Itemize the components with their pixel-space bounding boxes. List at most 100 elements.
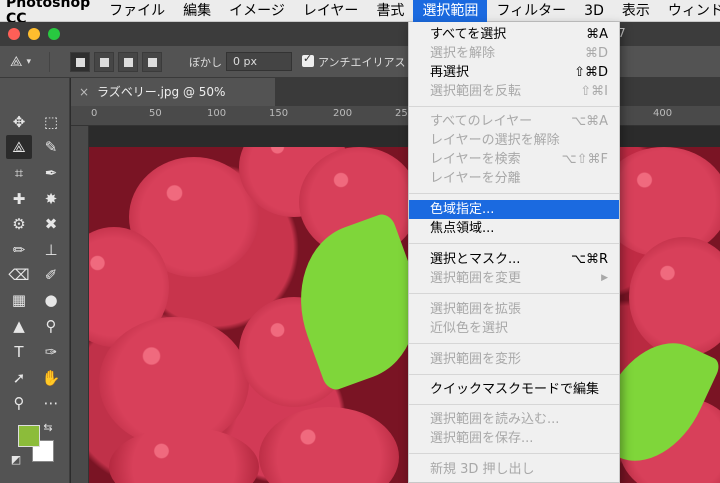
menu-separator <box>409 243 619 244</box>
pen-tool-icon[interactable]: ✑ <box>38 340 64 364</box>
menu-image[interactable]: イメージ <box>220 0 294 22</box>
menu-item-select-all[interactable]: すべてを選択 ⌘A <box>409 25 619 44</box>
menu-item-deselect-layers[interactable]: レイヤーの選択を解除 <box>409 131 619 150</box>
brush-tool-icon[interactable]: ✸ <box>38 187 64 211</box>
menu-item-find-layers[interactable]: レイヤーを検索 ⌥⇧⌘F <box>409 150 619 169</box>
menu-view[interactable]: 表示 <box>613 0 659 22</box>
feather-input[interactable]: 0 px <box>226 52 292 71</box>
tool-preset-picker[interactable]: ⟁ ▾ <box>6 52 50 72</box>
window-close-button[interactable] <box>8 28 20 40</box>
clone-stamp-icon[interactable]: ⚙ <box>6 212 32 236</box>
menu-3d[interactable]: 3D <box>575 0 613 22</box>
menu-item-all-layers[interactable]: すべてのレイヤー ⌥⌘A <box>409 112 619 131</box>
document-tab-bar: × ラズベリー.jpg @ 50% (RGB/8#) <box>71 78 720 127</box>
menu-item-deselect[interactable]: 選択を解除 ⌘D <box>409 44 619 63</box>
default-colors-icon[interactable]: ◩ <box>8 452 24 466</box>
menu-item-select-and-mask[interactable]: 選択とマスク... ⌥⌘R <box>409 250 619 269</box>
menu-item-shortcut: ⇧⌘I <box>580 84 608 99</box>
menu-item-label: 再選択 <box>430 65 470 80</box>
eraser-tool-icon[interactable]: ⌫ <box>6 263 32 287</box>
menu-item-shortcut: ⌥⇧⌘F <box>561 152 608 167</box>
move-tool-icon[interactable]: ✥ <box>6 110 32 134</box>
menu-item-label: レイヤーを分離 <box>430 171 521 186</box>
menu-item-label: 近似色を選択 <box>430 321 509 336</box>
type-tool-icon[interactable]: T <box>6 340 32 364</box>
menu-item-isolate-layers[interactable]: レイヤーを分離 <box>409 169 619 188</box>
stamp-tool-icon[interactable]: ⊥ <box>38 238 64 262</box>
healing-brush-icon[interactable]: ✚ <box>6 187 32 211</box>
window-minimize-button[interactable] <box>28 28 40 40</box>
dodge-tool-icon[interactable]: ⚲ <box>38 314 64 338</box>
menu-item-label: 選択範囲を保存... <box>430 431 534 446</box>
eyedropper-tool-icon[interactable]: ✒ <box>38 161 64 185</box>
menu-separator <box>409 193 619 194</box>
blur-tool-icon[interactable]: ● <box>38 288 64 312</box>
menu-separator <box>409 453 619 454</box>
menu-file[interactable]: ファイル <box>100 0 174 22</box>
menu-layer[interactable]: レイヤー <box>294 0 368 22</box>
foreground-color-swatch[interactable] <box>18 425 40 447</box>
crop-tool-icon[interactable]: ⌗ <box>6 161 32 185</box>
menu-filter[interactable]: フィルター <box>487 0 575 22</box>
menu-item-label: レイヤーを検索 <box>430 152 521 167</box>
add-selection-button[interactable] <box>94 52 114 72</box>
menu-separator <box>409 404 619 405</box>
menu-item-3d-extrusion[interactable]: 新規 3D 押し出し <box>409 460 619 479</box>
menu-item-similar[interactable]: 近似色を選択 <box>409 319 619 338</box>
history-brush-icon[interactable]: ✖ <box>38 212 64 236</box>
submenu-arrow-icon: ▶ <box>601 273 608 283</box>
menu-item-grow[interactable]: 選択範囲を拡張 <box>409 300 619 319</box>
zoom-tool-icon[interactable]: ⚲ <box>6 391 32 415</box>
vertical-ruler <box>71 126 89 483</box>
menu-item-quick-mask[interactable]: クイックマスクモードで編集 <box>409 380 619 399</box>
menu-item-label: 選択範囲を読み込む... <box>430 412 560 427</box>
menu-item-label: すべてを選択 <box>430 27 507 42</box>
more-tools-icon[interactable]: ⋯ <box>38 391 64 415</box>
antialias-label: アンチエイリアス <box>318 56 406 69</box>
canvas-pasteboard <box>89 126 720 147</box>
subtract-selection-button[interactable] <box>118 52 138 72</box>
menu-type[interactable]: 書式 <box>367 0 413 22</box>
horizontal-ruler: 0 50 100 150 200 250 300 350 400 <box>71 106 720 126</box>
polygonal-lasso-icon: ⟁ <box>10 54 23 70</box>
window-zoom-button[interactable] <box>48 28 60 40</box>
menu-item-modify[interactable]: 選択範囲を変更 ▶ <box>409 269 619 288</box>
menu-window[interactable]: ウィンドウ <box>659 0 720 22</box>
marquee-tool-icon[interactable]: ⬚ <box>38 110 64 134</box>
close-icon[interactable]: × <box>79 78 89 106</box>
menu-item-transform-selection[interactable]: 選択範囲を変形 <box>409 350 619 369</box>
lasso-tool-icon[interactable]: ⟁ <box>6 135 32 159</box>
hand-tool-icon[interactable]: ✋ <box>38 366 64 390</box>
menu-separator <box>409 106 619 107</box>
menu-item-load-selection[interactable]: 選択範囲を読み込む... <box>409 410 619 429</box>
quick-select-tool-icon[interactable]: ✎ <box>38 135 64 159</box>
intersect-selection-button[interactable] <box>142 52 162 72</box>
menu-item-reselect[interactable]: 再選択 ⇧⌘D <box>409 63 619 82</box>
antialias-checkbox[interactable] <box>302 52 314 67</box>
menu-item-inverse[interactable]: 選択範囲を反転 ⇧⌘I <box>409 82 619 101</box>
ruler-tick: 150 <box>269 108 289 119</box>
menu-edit[interactable]: 編集 <box>174 0 220 22</box>
menu-item-shortcut: ⌘D <box>584 46 608 61</box>
tools-panel: ✥ ⬚ ⟁ ✎ ⌗ ✒ ✚ ✸ ⚙ ✖ ✏ ⊥ ⌫ ✐ ▦ ● ▲ ⚲ T ✑ … <box>0 78 70 483</box>
menu-item-label: 選択範囲を変形 <box>430 352 522 367</box>
image-canvas[interactable] <box>89 147 720 483</box>
menu-separator <box>409 293 619 294</box>
pen-eraser-icon[interactable]: ✐ <box>38 263 64 287</box>
raspberry <box>629 237 720 357</box>
gradient-tool-icon[interactable]: ▦ <box>6 288 32 312</box>
document-tab[interactable]: × ラズベリー.jpg @ 50% (RGB/8#) <box>71 78 275 127</box>
menu-item-focus-area[interactable]: 焦点領域... <box>409 219 619 238</box>
shape-tool-icon[interactable]: ▲ <box>6 314 32 338</box>
raspberry <box>259 407 399 483</box>
swap-colors-icon[interactable]: ⇆ <box>40 420 56 434</box>
menu-item-label: 色域指定... <box>430 202 495 217</box>
menu-item-label: 新規 3D 押し出し <box>430 462 535 477</box>
menu-select[interactable]: 選択範囲 <box>413 0 488 22</box>
pencil-tool-icon[interactable]: ✏ <box>6 238 32 262</box>
path-select-icon[interactable]: ➚ <box>6 366 32 390</box>
new-selection-button[interactable] <box>70 52 90 72</box>
menu-item-color-range[interactable]: 色域指定... <box>409 200 619 219</box>
menu-item-label: 選択とマスク... <box>430 252 521 267</box>
menu-item-save-selection[interactable]: 選択範囲を保存... <box>409 429 619 448</box>
